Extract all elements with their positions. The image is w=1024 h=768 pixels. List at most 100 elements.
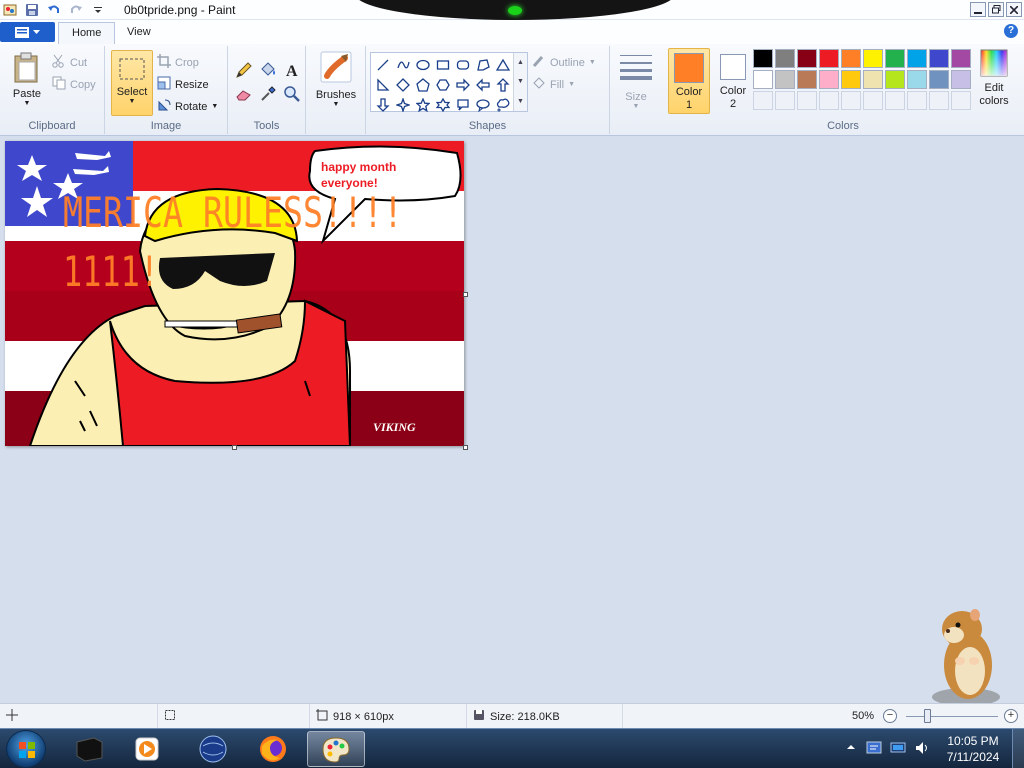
down-arrow-icon[interactable]	[373, 95, 393, 115]
save-icon[interactable]	[24, 2, 40, 18]
palette-swatch[interactable]	[775, 49, 795, 68]
palette-swatch[interactable]	[885, 49, 905, 68]
canvas-workspace[interactable]: happy month everyone! MERICA RULESS!!!! …	[0, 137, 1024, 706]
color-picker-icon[interactable]	[256, 82, 280, 106]
palette-swatch[interactable]	[951, 49, 971, 68]
start-button[interactable]	[6, 730, 46, 768]
zoom-slider-track[interactable]	[906, 716, 998, 717]
palette-swatch[interactable]	[907, 49, 927, 68]
palette-swatch[interactable]	[841, 49, 861, 68]
palette-swatch[interactable]	[929, 70, 949, 89]
cloud-callout-icon[interactable]	[493, 95, 513, 115]
palette-swatch[interactable]	[885, 70, 905, 89]
palette-swatch[interactable]	[819, 70, 839, 89]
palette-swatch[interactable]	[841, 70, 861, 89]
polygon-icon[interactable]	[473, 55, 493, 75]
palette-swatch[interactable]	[929, 49, 949, 68]
palette-custom-slot[interactable]	[863, 91, 883, 110]
restore-button[interactable]	[988, 2, 1004, 17]
palette-swatch[interactable]	[753, 49, 773, 68]
palette-custom-slot[interactable]	[885, 91, 905, 110]
drawing-canvas[interactable]: happy month everyone! MERICA RULESS!!!! …	[5, 141, 464, 446]
close-button[interactable]	[1006, 2, 1022, 17]
taskbar-app-paint[interactable]	[307, 731, 365, 767]
edit-colors-button[interactable]: Edit colors	[976, 49, 1012, 108]
palette-swatch[interactable]	[863, 49, 883, 68]
size-button[interactable]: Size ▼	[618, 52, 654, 110]
oval-icon[interactable]	[413, 55, 433, 75]
rotate-button[interactable]: Rotate ▼	[157, 98, 218, 115]
help-icon[interactable]: ?	[1004, 24, 1018, 38]
palette-custom-slot[interactable]	[753, 91, 773, 110]
palette-swatch[interactable]	[951, 70, 971, 89]
up-arrow-icon[interactable]	[493, 75, 513, 95]
rounded-rectangle-icon[interactable]	[453, 55, 473, 75]
line-icon[interactable]	[373, 55, 393, 75]
rounded-callout-icon[interactable]	[453, 95, 473, 115]
curve-icon[interactable]	[393, 55, 413, 75]
color-1-button[interactable]: Color 1	[668, 48, 710, 114]
palette-custom-slot[interactable]	[775, 91, 795, 110]
paint-app-icon[interactable]	[2, 2, 18, 18]
tab-home[interactable]: Home	[58, 22, 116, 44]
palette-swatch[interactable]	[907, 70, 927, 89]
text-icon[interactable]: A	[280, 58, 304, 82]
fill-bucket-icon[interactable]	[256, 58, 280, 82]
pencil-icon[interactable]	[232, 58, 256, 82]
taskbar-clock[interactable]: 10:05 PM 7/11/2024	[940, 733, 1006, 765]
outline-button[interactable]: Outline ▼	[532, 54, 596, 71]
copy-button[interactable]: Copy	[52, 76, 96, 93]
six-point-star-icon[interactable]	[433, 95, 453, 115]
palette-custom-slot[interactable]	[841, 91, 861, 110]
select-button[interactable]: Select ▼	[111, 50, 153, 116]
palette-swatch[interactable]	[775, 70, 795, 89]
magnifier-icon[interactable]	[280, 82, 304, 106]
right-arrow-icon[interactable]	[453, 75, 473, 95]
taskbar-app-terminal[interactable]	[60, 731, 118, 767]
network-icon[interactable]	[890, 740, 906, 756]
zoom-out-button[interactable]: −	[883, 709, 897, 723]
rectangle-icon[interactable]	[433, 55, 453, 75]
minimize-button[interactable]	[970, 2, 986, 17]
palette-custom-slot[interactable]	[929, 91, 949, 110]
pentagon-icon[interactable]	[413, 75, 433, 95]
taskbar-app-globe[interactable]	[184, 731, 242, 767]
palette-swatch[interactable]	[753, 70, 773, 89]
zoom-slider-thumb[interactable]	[924, 709, 931, 723]
paste-button[interactable]: Paste ▼	[8, 52, 46, 107]
taskbar-app-media-player[interactable]	[118, 731, 176, 767]
palette-swatch[interactable]	[797, 70, 817, 89]
left-arrow-icon[interactable]	[473, 75, 493, 95]
triangle-icon[interactable]	[493, 55, 513, 75]
palette-swatch[interactable]	[863, 70, 883, 89]
palette-swatch[interactable]	[819, 49, 839, 68]
resize-handle-right[interactable]	[463, 292, 468, 297]
four-point-star-icon[interactable]	[393, 95, 413, 115]
tab-view[interactable]: View	[114, 22, 164, 44]
palette-custom-slot[interactable]	[951, 91, 971, 110]
palette-custom-slot[interactable]	[907, 91, 927, 110]
eraser-icon[interactable]	[232, 82, 256, 106]
resize-button[interactable]: Resize	[157, 76, 209, 93]
oval-callout-icon[interactable]	[473, 95, 493, 115]
five-point-star-icon[interactable]	[413, 95, 433, 115]
right-triangle-icon[interactable]	[373, 75, 393, 95]
crop-button[interactable]: Crop	[157, 54, 199, 71]
fill-button[interactable]: Fill ▼	[532, 76, 575, 93]
shapes-scrollbar[interactable]: ▲ ▼ ▼	[513, 53, 527, 111]
action-center-icon[interactable]	[866, 740, 882, 756]
zoom-in-button[interactable]: +	[1004, 709, 1018, 723]
palette-custom-slot[interactable]	[819, 91, 839, 110]
taskbar-app-firefox[interactable]	[244, 731, 302, 767]
show-hidden-icons-icon[interactable]	[846, 742, 862, 758]
resize-handle-bottom[interactable]	[232, 445, 237, 450]
brushes-button[interactable]: Brushes ▼	[312, 50, 360, 108]
redo-icon[interactable]	[68, 2, 84, 18]
resize-handle-corner[interactable]	[463, 445, 468, 450]
customize-toolbar-icon[interactable]	[90, 2, 106, 18]
show-desktop-button[interactable]	[1012, 729, 1024, 768]
undo-icon[interactable]	[46, 2, 62, 18]
cut-button[interactable]: Cut	[52, 54, 87, 71]
color-2-button[interactable]: Color 2	[712, 48, 754, 114]
volume-icon[interactable]	[914, 740, 930, 756]
